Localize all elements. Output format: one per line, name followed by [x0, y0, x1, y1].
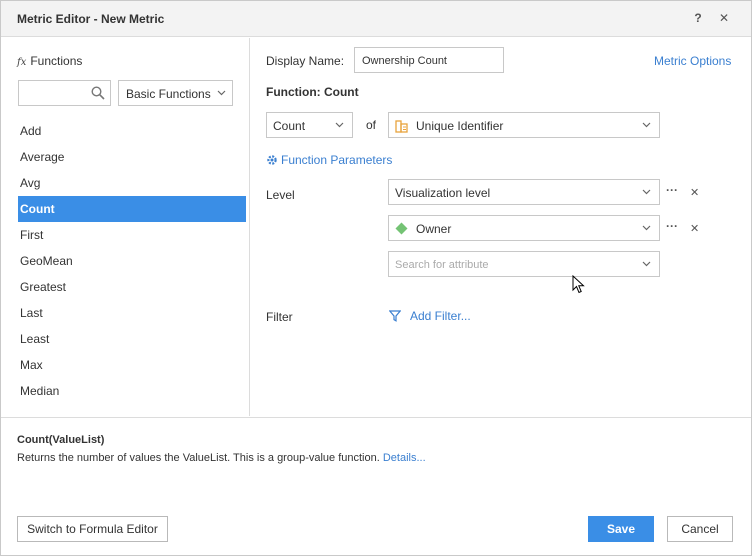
function-description: Returns the number of values the ValueLi…	[17, 452, 426, 464]
help-panel: Count(ValueList) Returns the number of v…	[1, 417, 751, 555]
function-item-first[interactable]: First	[18, 222, 246, 248]
chevron-down-icon	[642, 189, 651, 195]
chevron-down-icon	[642, 225, 651, 231]
level-more-button[interactable]: ···	[666, 183, 678, 197]
function-signature: Count(ValueList)	[17, 434, 105, 446]
level-label: Level	[266, 188, 295, 202]
display-name-input[interactable]: Ownership Count	[354, 47, 504, 73]
metric-options-link[interactable]: Metric Options	[654, 54, 731, 68]
chevron-down-icon	[642, 261, 651, 267]
cancel-button[interactable]: Cancel	[667, 516, 733, 542]
chevron-down-icon	[335, 122, 344, 128]
owner-more-button[interactable]: ···	[666, 219, 678, 233]
help-button[interactable]: ?	[691, 11, 705, 25]
function-item-least[interactable]: Least	[18, 326, 246, 352]
of-label: of	[366, 118, 377, 132]
details-link[interactable]: Details...	[383, 452, 426, 464]
add-filter-label: Add Filter...	[410, 309, 471, 323]
attribute-search-placeholder: Search for attribute	[395, 259, 489, 271]
function-item-greatest[interactable]: Greatest	[18, 274, 246, 300]
attribute-search-input[interactable]: Search for attribute	[388, 251, 660, 277]
chevron-down-icon	[217, 90, 226, 96]
metric-definition-panel: Display Name: Ownership Count Metric Opt…	[251, 38, 751, 416]
search-icon	[91, 86, 105, 100]
filter-label: Filter	[266, 310, 293, 324]
function-select[interactable]: Count	[266, 112, 353, 138]
function-item-geomean[interactable]: GeoMean	[18, 248, 246, 274]
save-button[interactable]: Save	[588, 516, 654, 542]
display-name-label: Display Name:	[266, 54, 345, 68]
close-button[interactable]: ✕	[717, 11, 731, 25]
level-select-owner[interactable]: Owner	[388, 215, 660, 241]
functions-header-label: Functions	[30, 54, 83, 68]
function-description-text: Returns the number of values the ValueLi…	[17, 452, 380, 464]
object-select-value: Unique Identifier	[416, 119, 504, 133]
function-heading: Function: Count	[266, 85, 359, 99]
metric-editor-dialog: Metric Editor - New Metric ? ✕ fx Functio…	[0, 0, 752, 556]
level-select-visualization[interactable]: Visualization level	[388, 179, 660, 205]
level-value: Owner	[416, 222, 452, 236]
object-select[interactable]: Unique Identifier	[388, 112, 660, 138]
gear-icon	[267, 155, 277, 165]
chevron-down-icon	[642, 122, 651, 128]
function-category-value: Basic Functions	[126, 87, 211, 101]
level-value: Visualization level	[395, 186, 491, 200]
fx-icon: fx	[17, 57, 27, 68]
function-search-input[interactable]	[18, 80, 111, 106]
dialog-title: Metric Editor - New Metric	[17, 12, 165, 26]
switch-to-formula-editor-button[interactable]: Switch to Formula Editor	[17, 516, 168, 542]
function-select-value: Count	[273, 119, 306, 133]
function-category-select[interactable]: Basic Functions	[118, 80, 233, 106]
function-item-max[interactable]: Max	[18, 352, 246, 378]
display-name-value: Ownership Count	[362, 55, 447, 67]
attribute-icon	[395, 222, 408, 235]
title-bar: Metric Editor - New Metric ? ✕	[1, 1, 751, 37]
level-remove-button[interactable]: ✕	[690, 186, 699, 199]
functions-header: fx Functions	[17, 54, 82, 68]
mouse-cursor-icon	[572, 275, 585, 294]
function-item-average[interactable]: Average	[18, 144, 246, 170]
owner-remove-button[interactable]: ✕	[690, 222, 699, 235]
dataset-icon	[395, 120, 408, 133]
function-item-median[interactable]: Median	[18, 378, 246, 404]
function-item-count[interactable]: Count	[18, 196, 246, 222]
functions-panel: fx Functions Basic Functions Add Average …	[1, 38, 250, 416]
function-parameters-label: Function Parameters	[281, 153, 393, 167]
function-item-add[interactable]: Add	[18, 118, 246, 144]
filter-icon	[389, 310, 401, 322]
function-item-last[interactable]: Last	[18, 300, 246, 326]
function-item-avg[interactable]: Avg	[18, 170, 246, 196]
function-list: Add Average Avg Count First GeoMean Grea…	[18, 118, 246, 404]
